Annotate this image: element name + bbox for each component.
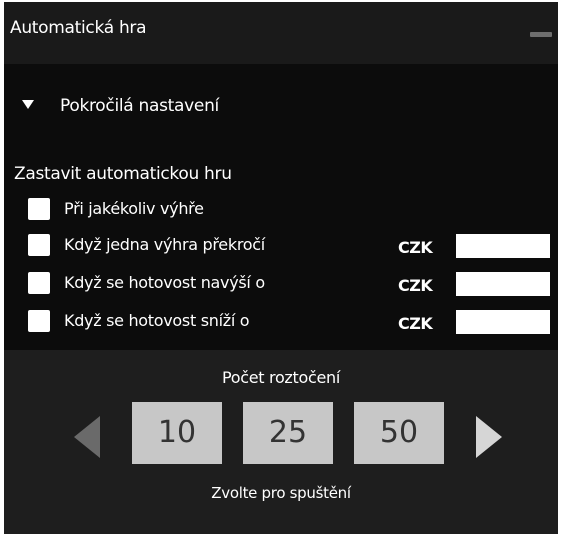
arrow-right-icon[interactable] (476, 416, 502, 458)
title-bar: Automatická hra (4, 2, 558, 64)
balance-increase-amount-input[interactable] (456, 272, 550, 296)
stop-option-balance-decreases: Když se hotovost sníží o CZK (28, 310, 558, 336)
spins-option-10-button[interactable]: 10 (132, 402, 222, 464)
single-win-amount-input[interactable] (456, 234, 550, 258)
spins-option-25-button[interactable]: 25 (243, 402, 333, 464)
any-win-label: Při jakékoliv výhře (64, 199, 204, 218)
balance-increases-label: Když se hotovost navýší o (64, 273, 265, 292)
currency-label: CZK (398, 276, 433, 295)
spin-count-label: Počet roztočení (221, 368, 341, 387)
currency-label: CZK (398, 314, 433, 333)
arrow-left-icon[interactable] (74, 416, 100, 458)
single-win-exceeds-checkbox[interactable] (28, 234, 50, 256)
stop-option-single-win-exceeds: Když jedna výhra překročí CZK (28, 234, 558, 260)
balance-decrease-amount-input[interactable] (456, 310, 550, 334)
minimize-icon[interactable] (530, 32, 552, 37)
balance-increases-checkbox[interactable] (28, 272, 50, 294)
select-to-start-label: Zvolte pro spuštění (211, 484, 351, 502)
currency-label: CZK (398, 238, 433, 257)
stop-autoplay-label: Zastavit automatickou hru (14, 164, 232, 184)
any-win-checkbox[interactable] (28, 198, 50, 220)
balance-decreases-checkbox[interactable] (28, 310, 50, 332)
advanced-settings-label: Pokročilá nastavení (60, 96, 219, 116)
balance-decreases-label: Když se hotovost sníží o (64, 311, 250, 330)
spins-option-50-button[interactable]: 50 (354, 402, 444, 464)
auto-play-panel: Automatická hra Pokročilá nastavení Zast… (4, 2, 558, 534)
triangle-down-icon (22, 100, 34, 109)
single-win-exceeds-label: Když jedna výhra překročí (64, 235, 265, 254)
stop-option-balance-increases: Když se hotovost navýší o CZK (28, 272, 558, 298)
spin-count-section: Počet roztočení 10 25 50 Zvolte pro spuš… (4, 350, 558, 534)
window-title: Automatická hra (10, 18, 147, 38)
stop-option-any-win: Při jakékoliv výhře (28, 198, 558, 224)
